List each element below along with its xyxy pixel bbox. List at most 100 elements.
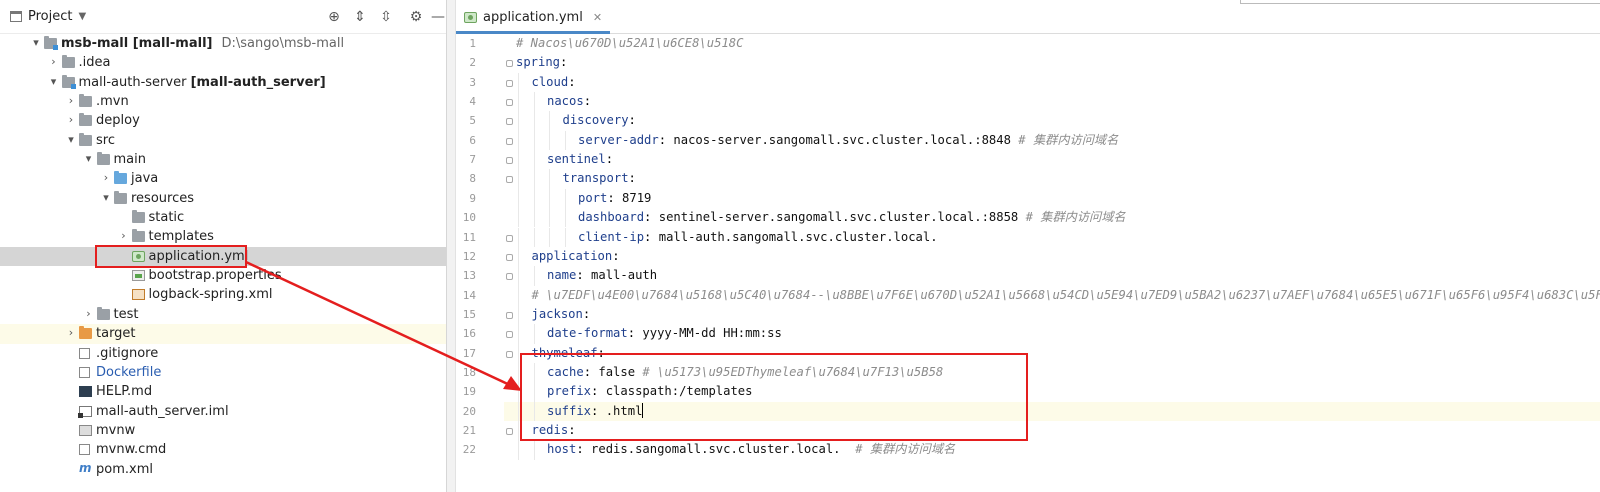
code-line: transport: bbox=[504, 169, 1600, 189]
line-number: 7 bbox=[469, 153, 476, 167]
indent-guide bbox=[533, 401, 535, 421]
indent-guide bbox=[518, 285, 519, 305]
tree-item[interactable]: ▾ main bbox=[0, 150, 446, 169]
indent-guide bbox=[533, 111, 535, 131]
code-line: nacos: bbox=[504, 92, 1600, 112]
tree-item[interactable]: logback-spring.xml bbox=[0, 285, 446, 304]
tree-item[interactable]: .gitignore bbox=[0, 344, 446, 363]
code-text: host: redis.sangomall.svc.cluster.local.… bbox=[547, 442, 956, 457]
tree-item[interactable]: ▾ src bbox=[0, 131, 446, 150]
yaml-key: cache bbox=[547, 364, 584, 379]
tree-item[interactable]: application.yml bbox=[0, 246, 446, 267]
code-line: dashboard: sentinel-server.sangomall.svc… bbox=[504, 208, 1600, 228]
project-view-selector[interactable]: Project bbox=[28, 9, 72, 24]
search-field-edge[interactable] bbox=[1240, 0, 1600, 4]
tree-item[interactable]: › target bbox=[0, 324, 446, 344]
yaml-key: prefix bbox=[547, 384, 592, 399]
chevron-down-icon[interactable]: ▾ bbox=[48, 75, 60, 89]
indent-guide bbox=[518, 72, 519, 93]
line-number: 10 bbox=[462, 211, 476, 225]
collapse-all-icon[interactable]: ⇳ bbox=[378, 9, 394, 25]
indent-guide bbox=[533, 324, 535, 344]
yaml-comment: # \u7EDF\u4E00\u7684\u5168\u5C40\u7684--… bbox=[531, 287, 1600, 302]
folder-icon bbox=[131, 210, 145, 224]
tab-application-yml[interactable]: application.yml ✕ bbox=[456, 4, 611, 34]
yaml-comment: # 集群内访问域名 bbox=[1025, 210, 1126, 225]
source-folder-icon bbox=[114, 171, 127, 185]
indent-guide bbox=[533, 169, 535, 189]
tree-item[interactable]: › test bbox=[0, 305, 446, 324]
tree-item[interactable]: static bbox=[0, 208, 446, 227]
code-line: suffix: .html bbox=[504, 401, 1600, 421]
locate-file-icon[interactable]: ⊕ bbox=[326, 9, 342, 25]
gear-icon[interactable]: ⚙ bbox=[408, 9, 424, 25]
tree-item[interactable]: › .mvn bbox=[0, 92, 446, 111]
tree-item-label: HELP.md bbox=[96, 383, 152, 400]
file-icon bbox=[79, 366, 90, 378]
tree-item[interactable]: ▾ resources bbox=[0, 189, 446, 208]
code-text: discovery: bbox=[562, 113, 636, 128]
tree-item-label: static bbox=[149, 209, 185, 226]
xml-file-icon bbox=[131, 289, 145, 301]
tree-item[interactable]: ▾ msb-mall [mall-mall] D:\sango\msb-mall bbox=[0, 34, 446, 53]
chevron-right-icon[interactable]: › bbox=[65, 113, 77, 127]
code-editor[interactable]: 1 2 3 4 5 6 7 8 9 10 11 12 13 14 15 16 17 18 19 20 21 22 # Na… bbox=[456, 34, 1600, 492]
line-number: 16 bbox=[462, 327, 476, 341]
tree-item[interactable]: mall-auth_server.iml bbox=[0, 402, 446, 421]
tree-item[interactable]: Dockerfile bbox=[0, 363, 446, 382]
expand-all-icon[interactable]: ⇕ bbox=[352, 9, 368, 25]
chevron-right-icon[interactable]: › bbox=[65, 326, 77, 340]
code-text: cloud: bbox=[531, 74, 576, 89]
code-text: suffix: .html bbox=[547, 402, 644, 418]
chevron-right-icon[interactable]: › bbox=[83, 307, 95, 321]
tree-item[interactable]: › .idea bbox=[0, 53, 446, 72]
code-line: # Nacos\u670D\u52A1\u6CE8\u518C bbox=[504, 34, 1600, 53]
tree-item[interactable]: bootstrap.properties bbox=[0, 266, 446, 285]
tree-item-name: application.yml bbox=[148, 248, 249, 264]
chevron-right-icon[interactable]: › bbox=[48, 55, 60, 69]
tree-item-label: pom.xml bbox=[96, 461, 153, 478]
yaml-key: jackson bbox=[531, 306, 583, 321]
code-text: transport: bbox=[562, 171, 636, 186]
indent-guide bbox=[549, 111, 550, 131]
code-line: spring: bbox=[504, 53, 1600, 72]
iml-file-icon bbox=[78, 405, 92, 418]
chevron-right-icon[interactable]: › bbox=[100, 171, 112, 185]
tree-item[interactable]: mvnw bbox=[0, 421, 446, 440]
code-line: thymeleaf: bbox=[504, 343, 1600, 363]
tree-item-label: mvnw bbox=[96, 422, 135, 439]
tree-item-name: main bbox=[113, 152, 146, 168]
yaml-value: mall-auth.sangomall.svc.cluster.local. bbox=[658, 229, 938, 244]
chevron-right-icon[interactable]: › bbox=[65, 94, 77, 108]
tree-item[interactable]: HELP.md bbox=[0, 382, 446, 401]
code-text: prefix: classpath:/templates bbox=[547, 384, 753, 399]
tree-item[interactable]: mvnw.cmd bbox=[0, 440, 446, 459]
minimize-icon[interactable]: — bbox=[430, 9, 446, 25]
code-text: client-ip: mall-auth.sangomall.svc.clust… bbox=[578, 229, 938, 244]
chevron-down-icon[interactable]: ▾ bbox=[65, 133, 77, 147]
chevron-down-icon[interactable]: ▾ bbox=[30, 36, 42, 50]
yaml-comment: # Nacos\u670D\u52A1\u6CE8\u518C bbox=[516, 36, 744, 50]
project-panel: Project ▼ ⊕ ⇕ ⇳ ⚙ — ▾ msb-mall [mall-mall… bbox=[0, 0, 446, 492]
close-icon[interactable]: ✕ bbox=[593, 11, 602, 24]
tree-item[interactable]: ▾ mall-auth-server [mall-auth_server] bbox=[0, 73, 446, 92]
tree-item[interactable]: › templates bbox=[0, 227, 446, 246]
tree-item-label: bootstrap.properties bbox=[149, 267, 282, 284]
line-number: 13 bbox=[462, 269, 476, 283]
tree-item[interactable]: › deploy bbox=[0, 111, 446, 130]
panel-splitter[interactable] bbox=[446, 0, 456, 492]
chevron-down-icon[interactable]: ▾ bbox=[83, 152, 95, 166]
chevron-right-icon[interactable]: › bbox=[118, 229, 130, 243]
indent-guide bbox=[518, 188, 519, 209]
line-number: 21 bbox=[462, 424, 476, 437]
tree-item[interactable]: › java bbox=[0, 169, 446, 188]
yaml-key: dashboard bbox=[578, 210, 645, 225]
tree-item[interactable]: m pom.xml bbox=[0, 460, 446, 479]
line-number: 8 bbox=[469, 172, 476, 186]
code-line: redis: bbox=[504, 421, 1600, 441]
chevron-down-icon[interactable]: ▾ bbox=[100, 191, 112, 205]
chevron-down-icon[interactable]: ▼ bbox=[78, 11, 86, 22]
code-text: sentinel: bbox=[547, 152, 614, 167]
tree-item-label: templates bbox=[149, 228, 214, 245]
tree-item-name: HELP.md bbox=[96, 384, 153, 400]
